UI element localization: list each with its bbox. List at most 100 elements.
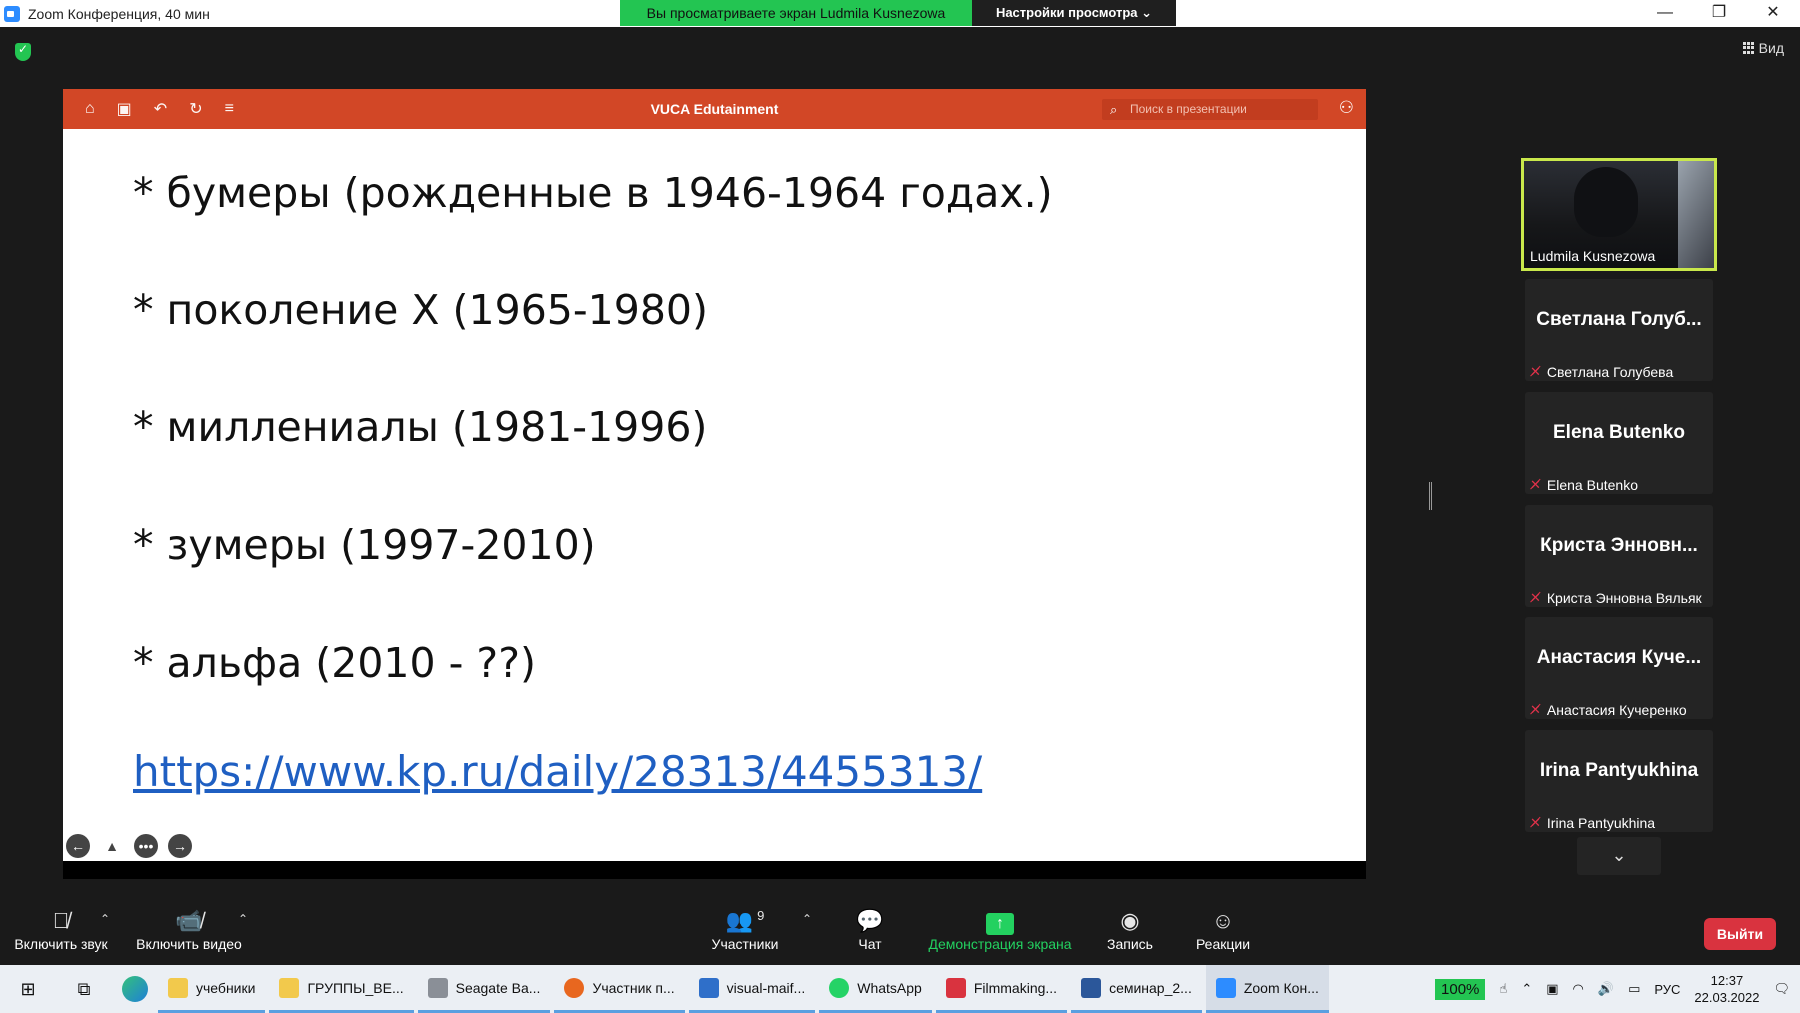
active-speaker-video[interactable]: Ludmila Kusnezowa bbox=[1521, 158, 1717, 271]
start-video-label: Включить видео bbox=[136, 936, 242, 952]
display-icon[interactable]: ▭ bbox=[1628, 981, 1640, 997]
meeting-area: Вид ⌂ ▣ ↶ ↻ ≡ VUCA Edutainment ⌕ Поиск в… bbox=[0, 27, 1800, 965]
home-icon[interactable]: ⌂ bbox=[85, 100, 95, 118]
scroll-participants-down[interactable]: ⌄ bbox=[1577, 837, 1661, 875]
clock-date: 22.03.2022 bbox=[1694, 990, 1760, 1005]
windows-start-icon[interactable]: ⊞ bbox=[0, 979, 56, 1000]
taskbar-app[interactable]: Seagate Ba... bbox=[417, 965, 551, 1013]
participants-count: 9 bbox=[757, 908, 765, 923]
unmute-label: Включить звук bbox=[14, 936, 108, 952]
undo-icon[interactable]: ↶ bbox=[154, 99, 167, 119]
share-screen-button[interactable]: ↑ Демонстрация экрана bbox=[920, 908, 1080, 952]
view-button[interactable]: Вид bbox=[1742, 40, 1784, 56]
viewing-banner: Вы просматриваете экран Ludmila Kusnezow… bbox=[620, 0, 1176, 26]
chat-icon: 💬 bbox=[856, 908, 884, 933]
taskbar-app-label: семинар_2... bbox=[1109, 979, 1192, 996]
slide: * бумеры (рожденные в 1946-1964 годах.) … bbox=[63, 129, 1366, 861]
window-title: Zoom Конференция, 40 мин bbox=[28, 5, 210, 22]
taskbar-app[interactable]: Участник п... bbox=[554, 965, 685, 1013]
show-hidden-icons-chevron-icon[interactable]: ⌃ bbox=[1521, 981, 1532, 997]
participant-tile[interactable]: Светлана Голуб... ✕̸ Светлана Голубева bbox=[1525, 279, 1713, 381]
close-button[interactable]: ✕ bbox=[1746, 0, 1800, 27]
taskbar-app-label: Seagate Ba... bbox=[455, 979, 541, 996]
window-controls: — ❐ ✕ bbox=[1638, 0, 1800, 27]
participant-tile[interactable]: Криста Энновн... ✕̸ Криста Энновна Вяльяк bbox=[1525, 505, 1713, 607]
touch-icon[interactable]: ☝ bbox=[1499, 981, 1507, 997]
volume-icon[interactable]: 🔊 bbox=[1598, 981, 1614, 997]
pointer-icon[interactable]: ▲ bbox=[100, 834, 124, 858]
muted-mic-icon: ✕̸ bbox=[1530, 590, 1541, 605]
folder-icon bbox=[279, 977, 300, 998]
next-slide-icon[interactable]: → bbox=[168, 834, 192, 858]
video-background bbox=[1678, 161, 1714, 268]
smiley-add-icon: ☺ bbox=[1211, 908, 1235, 933]
record-label: Запись bbox=[1107, 936, 1153, 952]
audio-options-caret-icon[interactable]: ⌃ bbox=[100, 912, 110, 926]
encryption-shield-icon[interactable] bbox=[15, 42, 31, 61]
zoom-icon bbox=[1215, 977, 1236, 998]
participant-label: ✕̸ Irina Pantyukhina bbox=[1530, 815, 1655, 831]
battery-indicator[interactable]: 100% bbox=[1435, 978, 1486, 1000]
chat-button[interactable]: 💬 Чат bbox=[844, 908, 896, 952]
image-viewer-icon bbox=[698, 977, 719, 998]
reactions-label: Реакции bbox=[1195, 936, 1251, 952]
view-settings-dropdown[interactable]: Настройки просмотра ⌄ bbox=[972, 0, 1176, 26]
participant-name: Irina Pantyukhina bbox=[1546, 815, 1656, 831]
muted-mic-icon: ✕̸ bbox=[1530, 477, 1541, 492]
participant-tile[interactable]: Elena Butenko ✕̸ Elena Butenko bbox=[1525, 392, 1713, 494]
video-options-caret-icon[interactable]: ⌃ bbox=[238, 912, 248, 926]
language-indicator[interactable]: РУС bbox=[1654, 982, 1680, 997]
presentation-search-input[interactable]: ⌕ Поиск в презентации bbox=[1102, 99, 1318, 120]
unmute-button[interactable]: 🎙̸ Включить звук bbox=[12, 908, 110, 952]
wifi-icon[interactable]: ◠ bbox=[1573, 981, 1584, 997]
clock[interactable]: 12:37 22.03.2022 bbox=[1694, 972, 1759, 1006]
participant-name: Ludmila Kusnezowa bbox=[1530, 248, 1656, 264]
task-view-icon[interactable]: ⧉ bbox=[56, 979, 112, 1000]
leave-meeting-button[interactable]: Выйти bbox=[1704, 918, 1776, 950]
clock-time: 12:37 bbox=[1710, 973, 1744, 988]
share-person-icon[interactable]: ⚇ bbox=[1339, 98, 1354, 118]
taskbar-app[interactable]: Zoom Кон... bbox=[1205, 965, 1329, 1013]
taskbar-app-label: Zoom Кон... bbox=[1243, 979, 1319, 996]
grid-icon bbox=[1742, 42, 1755, 54]
muted-mic-icon: ✕̸ bbox=[1530, 702, 1541, 717]
pdf-icon bbox=[945, 977, 966, 998]
record-button[interactable]: ◉ Запись bbox=[1100, 908, 1160, 952]
word-icon bbox=[1081, 977, 1102, 998]
participant-label: ✕̸ Светлана Голубева bbox=[1530, 364, 1673, 380]
taskbar-app-label: Участник п... bbox=[592, 979, 675, 996]
taskbar-app[interactable]: ГРУППЫ_ВЕ... bbox=[269, 965, 414, 1013]
participant-tile[interactable]: Анастасия Куче... ✕̸ Анастасия Кучеренко bbox=[1525, 617, 1713, 719]
save-icon[interactable]: ▣ bbox=[117, 99, 132, 119]
whatsapp-icon bbox=[829, 977, 850, 998]
participant-label: ✕̸ Анастасия Кучеренко bbox=[1530, 702, 1687, 718]
drive-icon bbox=[427, 977, 448, 998]
minimize-button[interactable]: — bbox=[1638, 0, 1692, 27]
edge-browser-icon[interactable] bbox=[112, 965, 158, 1013]
customize-toolbar-icon[interactable]: ≡ bbox=[225, 100, 234, 118]
microphone-muted-icon: 🎙̸ bbox=[52, 908, 70, 933]
participant-label: ✕̸ Криста Энновна Вяльяк bbox=[1530, 590, 1702, 606]
taskbar-app[interactable]: учебники bbox=[158, 965, 266, 1013]
start-video-button[interactable]: 📹̸ Включить видео bbox=[132, 908, 246, 952]
muted-mic-icon: ✕̸ bbox=[1530, 364, 1541, 379]
reactions-button[interactable]: ☺ Реакции bbox=[1188, 908, 1258, 952]
taskbar-app[interactable]: семинар_2... bbox=[1071, 965, 1202, 1013]
meet-now-icon[interactable]: ▣ bbox=[1546, 981, 1558, 997]
taskbar-app[interactable]: WhatsApp bbox=[819, 965, 932, 1013]
participants-options-caret-icon[interactable]: ⌃ bbox=[802, 912, 812, 926]
taskbar-app[interactable]: Filmmaking... bbox=[935, 965, 1068, 1013]
previous-slide-icon[interactable]: ← bbox=[66, 834, 90, 858]
more-options-icon[interactable]: ••• bbox=[134, 834, 158, 858]
slide-link[interactable]: https://www.kp.ru/daily/28313/4455313/ bbox=[133, 747, 982, 796]
panel-resize-handle[interactable] bbox=[1429, 482, 1432, 510]
participants-button[interactable]: 👥 9 Участники bbox=[705, 908, 785, 952]
viewing-screen-label: Вы просматриваете экран Ludmila Kusnezow… bbox=[620, 0, 972, 26]
notifications-icon[interactable]: 🗨 bbox=[1773, 981, 1790, 997]
participant-tile[interactable]: Irina Pantyukhina ✕̸ Irina Pantyukhina bbox=[1525, 730, 1713, 832]
restore-button[interactable]: ❐ bbox=[1692, 0, 1746, 27]
participant-display-name: Elena Butenko bbox=[1553, 422, 1685, 443]
shared-screen: ⌂ ▣ ↶ ↻ ≡ VUCA Edutainment ⌕ Поиск в пре… bbox=[63, 89, 1366, 879]
taskbar-app[interactable]: visual-maif... bbox=[688, 965, 816, 1013]
redo-icon[interactable]: ↻ bbox=[189, 99, 202, 119]
